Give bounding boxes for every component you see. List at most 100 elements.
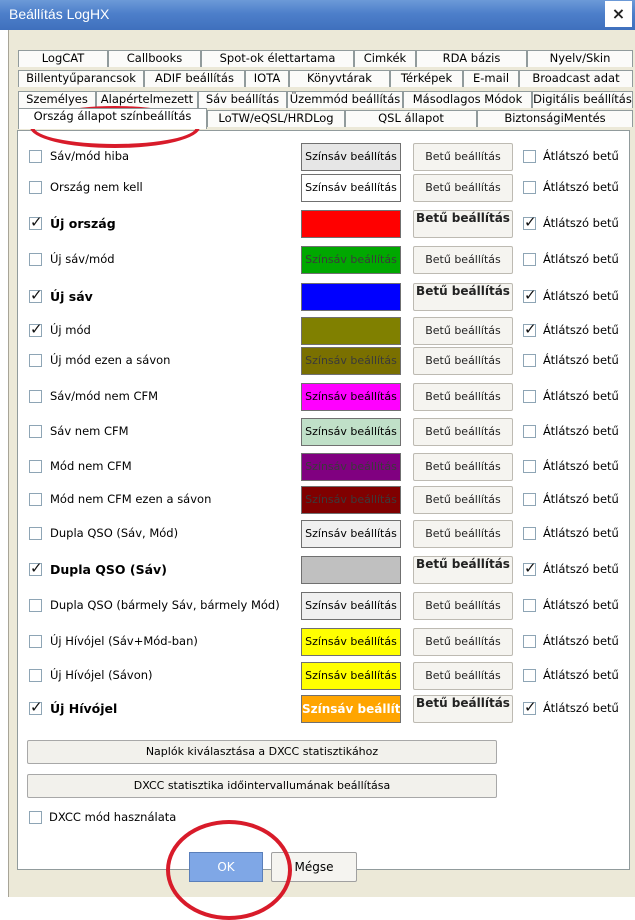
color-band-button[interactable]: Színsáv beállítás	[301, 520, 401, 548]
row-checkbox[interactable]	[29, 320, 43, 338]
font-settings-button[interactable]: Betű beállítás	[413, 453, 513, 481]
row-checkbox[interactable]	[29, 286, 43, 304]
tab-sáv-beállítás[interactable]: Sáv beállítás	[198, 91, 287, 108]
font-settings-button[interactable]: Betű beállítás	[413, 210, 513, 238]
transparent-font-checkbox[interactable]	[523, 286, 537, 304]
color-band-button[interactable]: Színsáv beállítás	[301, 486, 401, 514]
row-checkbox[interactable]	[29, 253, 42, 266]
close-button[interactable]: ×	[605, 1, 632, 27]
tab-rda-bázis[interactable]: RDA bázis	[416, 50, 527, 67]
font-settings-button[interactable]: Betű beállítás	[413, 418, 513, 446]
row-checkbox[interactable]	[29, 354, 42, 367]
font-settings-button[interactable]: Betű beállítás	[413, 556, 513, 584]
row-checkbox[interactable]	[29, 213, 43, 231]
font-settings-button[interactable]: Betű beállítás	[413, 317, 513, 345]
tab-billentyűparancsok[interactable]: Billentyűparancsok	[18, 70, 144, 87]
transparent-font-label: Átlátszó betű	[543, 562, 619, 576]
row-label: Ország nem kell	[50, 180, 143, 194]
font-settings-button[interactable]: Betű beállítás	[413, 486, 513, 514]
tab-könyvtárak[interactable]: Könyvtárak	[289, 70, 390, 87]
tab-broadcast-adat[interactable]: Broadcast adat	[519, 70, 633, 87]
font-settings-button[interactable]: Betű beállítás	[413, 283, 513, 311]
tab-qsl-állapot[interactable]: QSL állapot	[345, 110, 477, 127]
tab-biztonságimentés[interactable]: BiztonságiMentés	[477, 110, 633, 127]
transparent-font-checkbox[interactable]	[523, 493, 536, 506]
transparent-font-label: Átlátszó betű	[543, 353, 619, 367]
transparent-font-checkbox[interactable]	[523, 635, 536, 648]
transparent-font-checkbox[interactable]	[523, 669, 536, 682]
color-band-button[interactable]: Színsáv beállítás	[301, 174, 401, 202]
transparent-font-checkbox[interactable]	[523, 213, 537, 231]
color-band-button[interactable]	[301, 556, 401, 584]
color-band-button[interactable]: Színsáv beállítás	[301, 453, 401, 481]
tab-logcat[interactable]: LogCAT	[18, 50, 108, 67]
tab-személyes[interactable]: Személyes	[18, 91, 96, 108]
row-checkbox[interactable]	[29, 390, 42, 403]
row-checkbox[interactable]	[29, 559, 43, 577]
tab-másodlagos-módok[interactable]: Másodlagos Módok	[403, 91, 532, 108]
row-checkbox[interactable]	[29, 425, 42, 438]
tab-térképek[interactable]: Térképek	[390, 70, 463, 87]
transparent-font-checkbox[interactable]	[523, 320, 537, 338]
color-band-button[interactable]: Színsáv beállítás	[301, 347, 401, 375]
transparent-font-checkbox[interactable]	[523, 599, 536, 612]
font-settings-button[interactable]: Betű beállítás	[413, 628, 513, 656]
select-logs-button[interactable]: Naplók kiválasztása a DXCC statisztikáho…	[27, 740, 497, 764]
font-settings-button[interactable]: Betű beállítás	[413, 383, 513, 411]
row-checkbox[interactable]	[29, 698, 43, 716]
color-band-button[interactable]: Színsáv beállítá	[301, 695, 401, 723]
color-band-button[interactable]: Színsáv beállítás	[301, 383, 401, 411]
color-band-button[interactable]: Színsáv beállítás	[301, 592, 401, 620]
tab-cimkék[interactable]: Cimkék	[354, 50, 416, 67]
tab-e-mail[interactable]: E-mail	[463, 70, 519, 87]
tab-callbooks[interactable]: Callbooks	[108, 50, 201, 67]
transparent-font-checkbox[interactable]	[523, 698, 537, 716]
color-band-button[interactable]	[301, 283, 401, 311]
row-checkbox[interactable]	[29, 150, 42, 163]
transparent-font-checkbox[interactable]	[523, 253, 536, 266]
color-band-button[interactable]: Színsáv beállítás	[301, 418, 401, 446]
transparent-font-label: Átlátszó betű	[543, 668, 619, 682]
row-checkbox[interactable]	[29, 669, 42, 682]
tab-iota[interactable]: IOTA	[245, 70, 289, 87]
transparent-font-checkbox[interactable]	[523, 390, 536, 403]
transparent-font-checkbox[interactable]	[523, 181, 536, 194]
font-settings-button[interactable]: Betű beállítás	[413, 347, 513, 375]
font-settings-button[interactable]: Betű beállítás	[413, 695, 513, 723]
color-band-button[interactable]: Színsáv beállítás	[301, 628, 401, 656]
font-settings-button[interactable]: Betű beállítás	[413, 174, 513, 202]
dxcc-interval-button[interactable]: DXCC statisztika időintervallumának beál…	[27, 774, 497, 798]
color-band-button[interactable]	[301, 210, 401, 238]
font-settings-button[interactable]: Betű beállítás	[413, 592, 513, 620]
row-checkbox[interactable]	[29, 635, 42, 648]
transparent-font-checkbox[interactable]	[523, 150, 536, 163]
row-checkbox[interactable]	[29, 181, 42, 194]
transparent-font-checkbox[interactable]	[523, 354, 536, 367]
transparent-font-checkbox[interactable]	[523, 425, 536, 438]
transparent-font-checkbox[interactable]	[523, 460, 536, 473]
transparent-font-checkbox[interactable]	[523, 559, 537, 577]
color-band-button[interactable]: Színsáv beállítás	[301, 662, 401, 690]
color-band-button[interactable]: Színsáv beállítás	[301, 246, 401, 274]
tab-spot-ok-élettartama[interactable]: Spot-ok élettartama	[201, 50, 354, 67]
font-settings-button[interactable]: Betű beállítás	[413, 662, 513, 690]
dxcc-mode-checkbox[interactable]	[29, 811, 42, 824]
row-checkbox[interactable]	[29, 599, 42, 612]
transparent-font-checkbox[interactable]	[523, 527, 536, 540]
font-settings-button[interactable]: Betű beállítás	[413, 143, 513, 171]
settings-window: Beállítás LogHX × LogCAT Callbooks Spot-ok…	[0, 0, 635, 920]
tab-adif-beállítás[interactable]: ADIF beállítás	[144, 70, 245, 87]
row-checkbox[interactable]	[29, 460, 42, 473]
tab-nyelv-skin[interactable]: Nyelv/Skin	[527, 50, 633, 67]
row-checkbox[interactable]	[29, 493, 42, 506]
color-band-button[interactable]: Színsáv beállítás	[301, 143, 401, 171]
tab-digitális-beállítás[interactable]: Digitális beállítás	[532, 91, 633, 108]
font-settings-button[interactable]: Betű beállítás	[413, 520, 513, 548]
tab-üzemmód-beállítás[interactable]: Üzemmód beállítás	[287, 91, 403, 108]
tab-ország-állapot-színbeállítás[interactable]: Ország állapot színbeállítás	[18, 108, 207, 129]
font-settings-button[interactable]: Betű beállítás	[413, 246, 513, 274]
tab-lotw-eqsl-hrdlog[interactable]: LoTW/eQSL/HRDLog	[207, 110, 345, 127]
title-bar[interactable]: Beállítás LogHX ×	[0, 0, 635, 30]
row-checkbox[interactable]	[29, 527, 42, 540]
color-band-button[interactable]	[301, 317, 401, 345]
